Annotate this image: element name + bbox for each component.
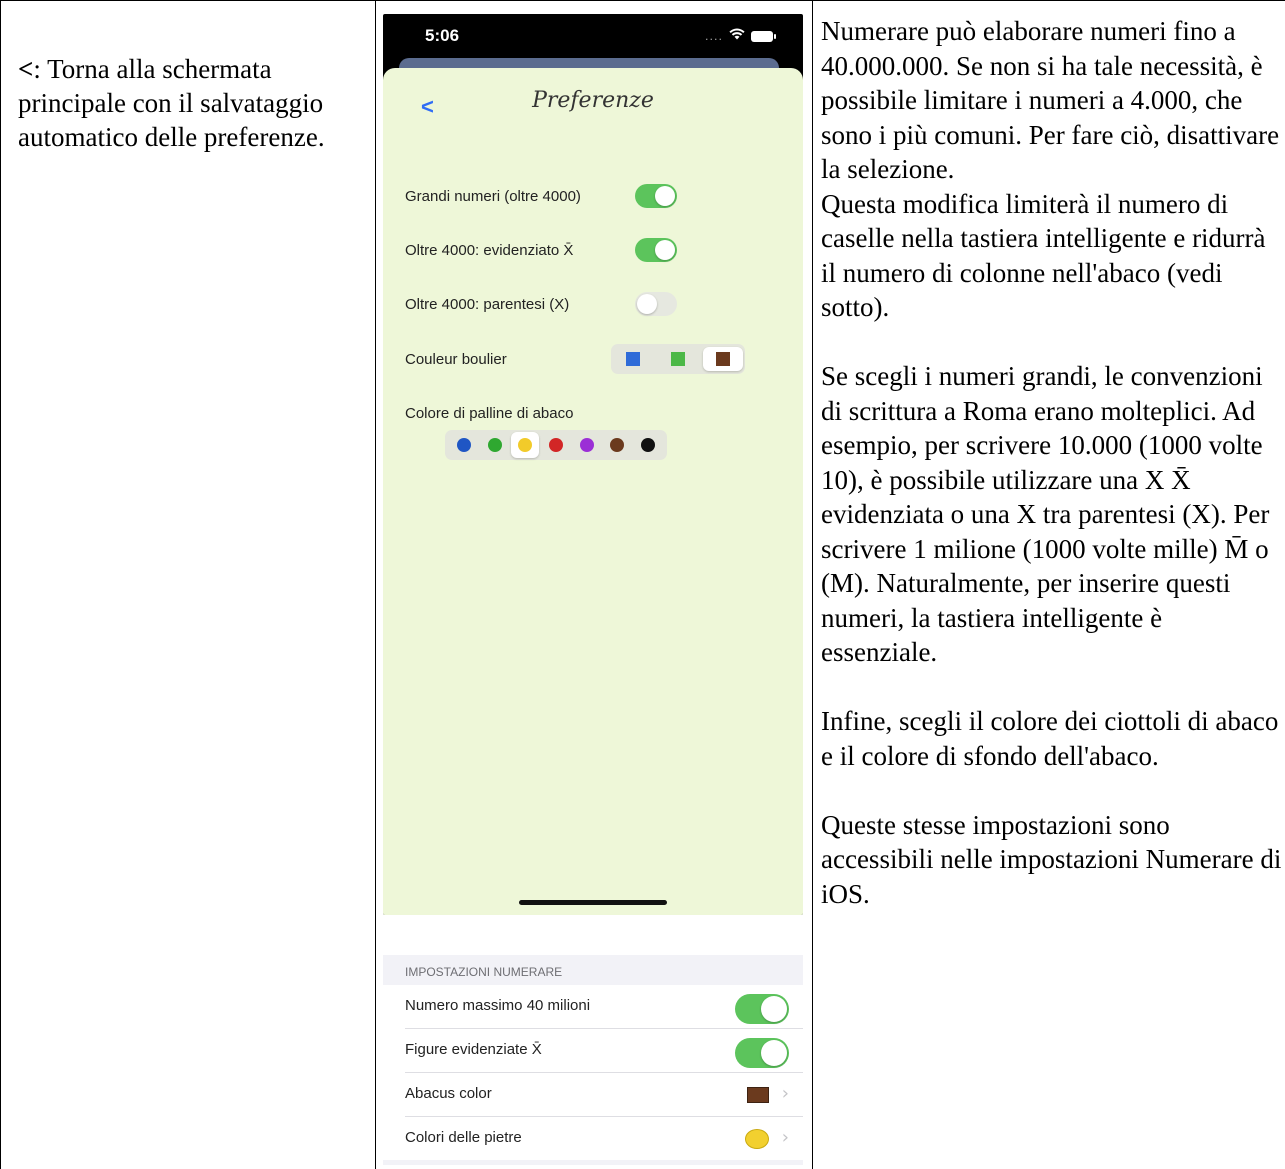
bead-green[interactable]	[481, 432, 509, 458]
green-swatch	[670, 352, 685, 366]
abacus-color-picker[interactable]	[611, 344, 745, 374]
settings-row-abacus-color[interactable]: Abacus color ›	[405, 1073, 803, 1117]
bead-red[interactable]	[542, 432, 570, 458]
abacus-color-green[interactable]	[658, 347, 698, 371]
signal-icon: ....	[705, 29, 723, 43]
abacus-color-brown[interactable]	[702, 347, 743, 371]
bead-black[interactable]	[634, 432, 662, 458]
brown-swatch	[715, 352, 730, 366]
parentheses-toggle[interactable]	[635, 292, 677, 316]
bead-color-picker[interactable]	[445, 430, 667, 460]
green-bead-icon	[487, 438, 502, 452]
settings-label: Numero massimo 40 milioni	[405, 997, 591, 1014]
red-bead-icon	[548, 438, 563, 452]
settings-row-stone-color[interactable]: Colori delle pietre ›	[405, 1117, 803, 1160]
status-time: 5:06	[425, 26, 460, 45]
settings-row-max-number[interactable]: Numero massimo 40 milioni	[405, 985, 803, 1029]
bead-yellow[interactable]	[511, 432, 540, 458]
overline-figures-toggle[interactable]	[735, 1038, 789, 1068]
paragraph-colors: Infine, scegli il colore dei ciottoli di…	[821, 706, 1279, 771]
back-symbol: <	[18, 54, 34, 84]
big-numbers-toggle[interactable]	[635, 184, 677, 208]
chevron-right-icon: ›	[781, 1083, 789, 1104]
page-title: Preferenze	[532, 88, 654, 113]
battery-icon	[751, 30, 776, 42]
brown-bead-icon	[610, 438, 625, 452]
ios-settings-panel: IMPOSTAZIONI NUMERARE Numero massimo 40 …	[383, 955, 803, 1165]
blue-bead-icon	[457, 438, 472, 452]
bead-brown[interactable]	[603, 432, 631, 458]
column-divider-1	[375, 0, 376, 1169]
paragraph-keyboard: Questa modifica limiterà il numero di ca…	[821, 188, 1266, 323]
bead-color-label: Colore di palline di abaco	[405, 405, 574, 422]
overline-toggle[interactable]	[635, 238, 677, 262]
left-description: <: Torna alla schermata principale con i…	[18, 52, 358, 154]
yellow-stone-icon	[745, 1129, 769, 1149]
wifi-icon	[729, 28, 745, 44]
abacus-color-label: Couleur boulier	[405, 351, 507, 368]
settings-row-overline[interactable]: Figure evidenziate X̄	[405, 1029, 803, 1073]
settings-list: Numero massimo 40 milioni Figure evidenz…	[383, 985, 803, 1160]
max-number-toggle[interactable]	[735, 994, 789, 1024]
settings-label: Colori delle pietre	[405, 1129, 522, 1146]
bead-blue[interactable]	[450, 432, 478, 458]
row-big-numbers-label: Grandi numeri (oltre 4000)	[405, 188, 581, 205]
left-border	[0, 0, 1, 1169]
purple-bead-icon	[579, 438, 594, 452]
paragraph-limit: Numerare può elaborare numeri fino a 40.…	[821, 16, 1280, 184]
status-icons: ....	[705, 28, 776, 44]
settings-header: IMPOSTAZIONI NUMERARE	[405, 965, 563, 979]
brown-square-icon	[747, 1087, 769, 1103]
row-overline-label: Oltre 4000: evidenziato X̄	[405, 242, 574, 259]
yellow-bead-icon	[518, 438, 533, 452]
blue-swatch	[626, 352, 641, 366]
settings-label: Figure evidenziate X̄	[405, 1041, 542, 1058]
left-text: : Torna alla schermata principale con il…	[18, 54, 325, 152]
abacus-color-blue[interactable]	[613, 347, 653, 371]
settings-label: Abacus color	[405, 1085, 492, 1102]
chevron-right-icon: ›	[781, 1127, 789, 1148]
row-parentheses-label: Oltre 4000: parentesi (X)	[405, 296, 570, 313]
home-indicator	[519, 900, 667, 905]
right-description: Numerare può elaborare numeri fino a 40.…	[821, 14, 1283, 911]
paragraph-conventions: Se scegli i numeri grandi, le convenzion…	[821, 361, 1270, 667]
bead-purple[interactable]	[573, 432, 601, 458]
top-border	[0, 0, 1285, 1]
phone-screenshot: 5:06 .... < Preferenze Grandi numeri (ol…	[383, 14, 803, 915]
column-divider-2	[812, 0, 813, 1169]
paragraph-ios-settings: Queste stesse impostazioni sono accessib…	[821, 809, 1282, 909]
preferences-sheet: < Preferenze Grandi numeri (oltre 4000) …	[383, 68, 803, 915]
black-bead-icon	[640, 438, 655, 452]
